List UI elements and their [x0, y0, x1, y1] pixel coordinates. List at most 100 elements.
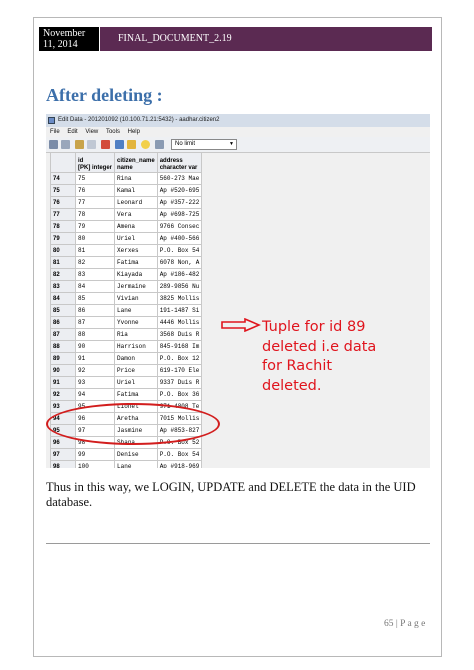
cell-address[interactable]: 6078 Non, A [156, 256, 203, 269]
column-header-citizen-name[interactable]: citizen_name name [114, 152, 158, 173]
table-row[interactable]: 85 86 Lane 191-1487 Si [50, 304, 203, 317]
cell-citizen-name[interactable]: Fatima [114, 256, 158, 269]
table-row[interactable]: 98 100 Lane Ap #918-969 [50, 460, 203, 468]
menu-file[interactable]: File [50, 129, 60, 135]
cell-citizen-name[interactable]: Xerxes [114, 244, 158, 257]
cell-address[interactable]: Ap #186-482 [156, 268, 203, 281]
table-row[interactable]: 90 92 Price 619-170 Ele [50, 364, 203, 377]
cell-id[interactable]: 84 [74, 280, 116, 293]
cell-address[interactable]: 191-1487 Si [156, 304, 203, 317]
cell-address[interactable]: P.O. Box 54 [156, 244, 203, 257]
table-row[interactable]: 88 90 Harrison 845-9168 Im [50, 340, 203, 353]
table-row[interactable]: 81 82 Fatima 6078 Non, A [50, 256, 203, 269]
cell-id[interactable]: 80 [74, 232, 116, 245]
menu-edit[interactable]: Edit [67, 129, 77, 135]
cell-citizen-name[interactable]: Lane [114, 460, 158, 468]
table-row[interactable]: 80 81 Xerxes P.O. Box 54 [50, 244, 203, 257]
cell-citizen-name[interactable]: Uriel [114, 376, 158, 389]
cell-id[interactable]: 81 [74, 244, 116, 257]
cell-address[interactable]: 9766 Consec [156, 220, 203, 233]
cell-citizen-name[interactable]: Kiayada [114, 268, 158, 281]
cell-id[interactable]: 82 [74, 256, 116, 269]
table-row[interactable]: 86 87 Yvonne 4446 Mollis [50, 316, 203, 329]
cell-id[interactable]: 83 [74, 268, 116, 281]
cell-address[interactable]: 3568 Duis R [156, 328, 203, 341]
cell-id[interactable]: 90 [74, 340, 116, 353]
menu-help[interactable]: Help [128, 129, 140, 135]
cell-id[interactable]: 88 [74, 328, 116, 341]
table-row[interactable]: 84 85 Vivian 3825 Mollis [50, 292, 203, 305]
cell-citizen-name[interactable]: Denise [114, 448, 158, 461]
cell-address[interactable]: Ap #918-969 [156, 460, 203, 468]
cell-id[interactable]: 86 [74, 304, 116, 317]
cell-citizen-name[interactable]: Harrison [114, 340, 158, 353]
cell-address[interactable]: Ap #520-695 [156, 184, 203, 197]
sort-icon[interactable] [127, 140, 136, 149]
cell-citizen-name[interactable]: Ria [114, 328, 158, 341]
cell-id[interactable]: 100 [74, 460, 116, 468]
row-limit-select[interactable]: No limit ▼ [171, 139, 237, 150]
table-row[interactable]: 75 76 Kamal Ap #520-695 [50, 184, 203, 197]
cell-citizen-name[interactable]: Uriel [114, 232, 158, 245]
cell-id[interactable]: 99 [74, 448, 116, 461]
cell-address[interactable]: 560-273 Mae [156, 172, 203, 185]
cell-citizen-name[interactable]: Fatima [114, 388, 158, 401]
cell-id[interactable]: 76 [74, 184, 116, 197]
filter-dropdown-icon[interactable] [155, 140, 164, 149]
column-header-address[interactable]: address character var [156, 152, 203, 173]
cell-address[interactable]: 845-9168 Im [156, 340, 203, 353]
table-row[interactable]: 78 79 Amena 9766 Consec [50, 220, 203, 233]
cell-address[interactable]: 3825 Mollis [156, 292, 203, 305]
table-row[interactable]: 97 99 Denise P.O. Box 54 [50, 448, 203, 461]
paste-icon[interactable] [87, 140, 96, 149]
filter-icon[interactable] [115, 140, 124, 149]
cell-address[interactable]: 619-170 Ele [156, 364, 203, 377]
cell-citizen-name[interactable]: Yvonne [114, 316, 158, 329]
cell-id[interactable]: 87 [74, 316, 116, 329]
cell-citizen-name[interactable]: Rina [114, 172, 158, 185]
cell-citizen-name[interactable]: Damon [114, 352, 158, 365]
cell-id[interactable]: 78 [74, 208, 116, 221]
delete-icon[interactable] [101, 140, 110, 149]
menu-view[interactable]: View [85, 129, 98, 135]
table-row[interactable]: 79 80 Uriel Ap #400-566 [50, 232, 203, 245]
table-row[interactable]: 87 88 Ria 3568 Duis R [50, 328, 203, 341]
copy-icon[interactable] [75, 140, 84, 149]
help-icon[interactable] [141, 140, 150, 149]
menu-tools[interactable]: Tools [106, 129, 120, 135]
table-row[interactable]: 92 94 Fatima P.O. Box 36 [50, 388, 203, 401]
cell-citizen-name[interactable]: Jermaine [114, 280, 158, 293]
cell-address[interactable]: Ap #400-566 [156, 232, 203, 245]
cell-id[interactable]: 92 [74, 364, 116, 377]
cell-citizen-name[interactable]: Vera [114, 208, 158, 221]
table-row[interactable]: 83 84 Jermaine 289-9856 Nu [50, 280, 203, 293]
cell-address[interactable]: P.O. Box 12 [156, 352, 203, 365]
cell-address[interactable]: Ap #357-222 [156, 196, 203, 209]
cell-citizen-name[interactable]: Price [114, 364, 158, 377]
refresh-icon[interactable] [61, 140, 70, 149]
cell-address[interactable]: Ap #698-725 [156, 208, 203, 221]
cell-address[interactable]: 4446 Mollis [156, 316, 203, 329]
cell-citizen-name[interactable]: Leonard [114, 196, 158, 209]
table-row[interactable]: 77 78 Vera Ap #698-725 [50, 208, 203, 221]
save-icon[interactable] [49, 140, 58, 149]
cell-id[interactable]: 93 [74, 376, 116, 389]
table-row[interactable]: 89 91 Damon P.O. Box 12 [50, 352, 203, 365]
table-row[interactable]: 82 83 Kiayada Ap #186-482 [50, 268, 203, 281]
cell-id[interactable]: 79 [74, 220, 116, 233]
cell-citizen-name[interactable]: Lane [114, 304, 158, 317]
column-header-id[interactable]: id [PK] integer [74, 152, 116, 173]
cell-address[interactable]: P.O. Box 54 [156, 448, 203, 461]
cell-address[interactable]: 289-9856 Nu [156, 280, 203, 293]
cell-address[interactable]: P.O. Box 36 [156, 388, 203, 401]
cell-address[interactable]: 9337 Duis R [156, 376, 203, 389]
cell-id[interactable]: 94 [74, 388, 116, 401]
cell-citizen-name[interactable]: Amena [114, 220, 158, 233]
cell-id[interactable]: 85 [74, 292, 116, 305]
table-row[interactable]: 91 93 Uriel 9337 Duis R [50, 376, 203, 389]
table-row[interactable]: 74 75 Rina 560-273 Mae [50, 172, 203, 185]
cell-citizen-name[interactable]: Vivian [114, 292, 158, 305]
cell-id[interactable]: 91 [74, 352, 116, 365]
cell-citizen-name[interactable]: Kamal [114, 184, 158, 197]
table-row[interactable]: 76 77 Leonard Ap #357-222 [50, 196, 203, 209]
